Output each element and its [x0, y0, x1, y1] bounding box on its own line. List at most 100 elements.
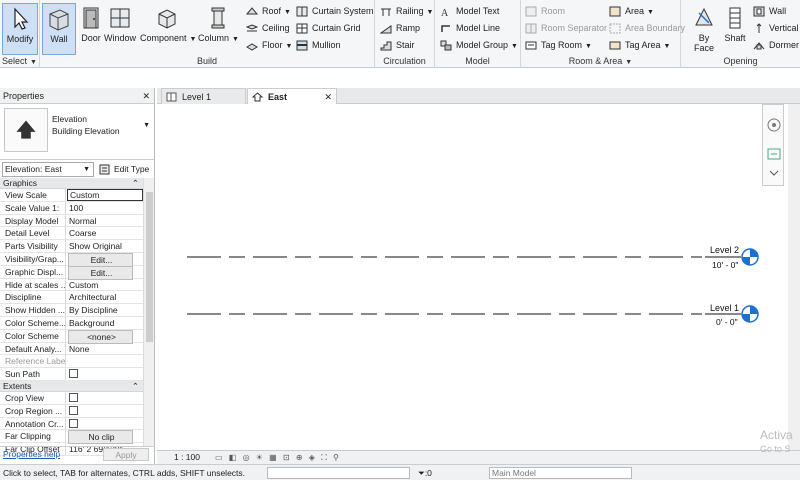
collapse-icon[interactable]: ⌃ [132, 178, 139, 189]
area-boundary-button[interactable]: Area Boundary [609, 21, 685, 36]
modify-button[interactable]: Modify [2, 3, 38, 55]
room-button[interactable]: Room [525, 4, 565, 19]
property-value[interactable]: Normal [67, 215, 143, 227]
type-selector[interactable]: Elevation Building Elevation ▼ [0, 104, 154, 160]
property-value[interactable]: None [67, 343, 143, 355]
checkbox[interactable] [69, 418, 78, 428]
model-group-icon [440, 40, 452, 51]
property-value[interactable]: Custom [67, 279, 143, 291]
mullion-button[interactable]: Mullion [296, 38, 341, 53]
property-row[interactable]: Color Scheme... Background [0, 316, 143, 330]
tab-level-1[interactable]: Level 1 [161, 88, 246, 104]
properties-scrollbar[interactable] [143, 178, 154, 446]
property-row[interactable]: Reference Label [0, 355, 143, 369]
property-row[interactable]: Annotation Cr... [0, 417, 143, 431]
property-name: Far Clipping [0, 430, 66, 443]
property-value[interactable] [67, 392, 143, 405]
close-icon[interactable]: ✕ [142, 88, 150, 104]
property-value[interactable]: 100 [67, 202, 143, 214]
property-value[interactable]: By Discipline [67, 304, 143, 316]
chevron-down-icon[interactable]: ▼ [143, 122, 150, 129]
property-row[interactable]: Hide at scales ... Custom [0, 278, 143, 292]
room-area-group-label[interactable]: Room & Area ▼ [521, 56, 680, 66]
property-value[interactable]: Custom [67, 189, 143, 201]
ramp-button[interactable]: Ramp [380, 21, 420, 36]
tag-room-button[interactable]: Tag Room ▼ [525, 38, 592, 53]
property-row[interactable]: Scale Value 1: 100 [0, 201, 143, 215]
property-value[interactable]: Background [67, 317, 143, 329]
curtain-system-button[interactable]: Curtain System [296, 4, 374, 19]
stair-button[interactable]: Stair [380, 38, 415, 53]
ceiling-button[interactable]: Ceiling [246, 21, 290, 36]
level-1-head[interactable] [741, 305, 759, 323]
drawing-canvas[interactable]: Level 2 10' - 0" Level 1 0' - 0" [157, 104, 800, 450]
property-row[interactable]: Crop Region ... [0, 404, 143, 418]
model-line-button[interactable]: Model Line [440, 21, 500, 36]
model-text-button[interactable]: A Model Text [440, 4, 499, 19]
property-value[interactable]: Coarse [67, 227, 143, 239]
checkbox[interactable] [69, 405, 78, 415]
railing-button[interactable]: Railing ▼ [380, 4, 433, 19]
build-group: Wall Door Window Component ▼ Column ▼ Roof… [40, 0, 375, 68]
shaft-button[interactable]: Shaft [721, 3, 749, 55]
property-value[interactable]: Show Original [67, 240, 143, 252]
door-button[interactable]: Door [78, 3, 104, 55]
design-option-dropdown[interactable]: Main Model [489, 467, 632, 479]
filter-count[interactable]: ⏷:0 [418, 468, 432, 479]
property-row[interactable]: Parts Visibility Show Original [0, 240, 143, 253]
checkbox[interactable] [69, 369, 78, 379]
properties-help-link[interactable]: Properties help [3, 449, 60, 459]
property-row[interactable]: Crop View [0, 391, 143, 405]
property-value[interactable] [67, 418, 143, 431]
curtain-grid-button[interactable]: Curtain Grid [296, 21, 361, 36]
collapse-icon[interactable]: ⌃ [132, 381, 139, 392]
section-graphics[interactable]: Graphics ⌃ [0, 178, 143, 189]
tag-area-button[interactable]: Tag Area ▼ [609, 38, 670, 53]
property-value[interactable] [67, 368, 143, 381]
workset-dropdown[interactable] [267, 467, 410, 479]
view-scale[interactable]: 1 : 100 [174, 452, 200, 462]
checkbox[interactable] [69, 392, 78, 402]
property-row[interactable]: View Scale Custom [0, 189, 143, 202]
dormer-button[interactable]: Dormer [753, 38, 799, 53]
tab-east[interactable]: East ✕ [247, 88, 337, 104]
property-row[interactable]: Graphic Displ... Edit... [0, 265, 143, 280]
column-button[interactable]: Column ▼ [198, 3, 239, 55]
room-separator-button[interactable]: Room Separator [525, 21, 607, 36]
wall-button[interactable]: Wall [42, 3, 76, 55]
property-row[interactable]: Default Analy... None [0, 342, 143, 356]
window-button[interactable]: Window [104, 3, 136, 55]
property-row[interactable]: Detail Level Coarse [0, 227, 143, 241]
instance-filter-dropdown[interactable]: Elevation: East ▼ [2, 162, 94, 177]
canvas-vertical-scrollbar[interactable] [788, 104, 800, 450]
chevron-down-icon[interactable] [769, 170, 779, 176]
door-icon [83, 7, 99, 29]
property-row[interactable]: Display Model Normal [0, 214, 143, 228]
vertical-opening-button[interactable]: Vertical [753, 21, 799, 36]
close-tab-icon[interactable]: ✕ [324, 89, 332, 105]
area-button[interactable]: Area ▼ [609, 4, 654, 19]
select-group-label[interactable]: Select ▼ [0, 56, 39, 66]
property-value[interactable] [67, 405, 143, 418]
property-row[interactable]: Visibility/Grap... Edit... [0, 252, 143, 267]
property-row[interactable]: Sun Path [0, 368, 143, 381]
property-row[interactable]: Color Scheme <none> [0, 329, 143, 344]
property-row[interactable]: Discipline Architectural [0, 291, 143, 305]
component-button[interactable]: Component ▼ [140, 3, 196, 55]
floor-button[interactable]: Floor ▼ [246, 38, 292, 53]
property-row[interactable]: Far Clipping No clip [0, 430, 143, 445]
property-row[interactable]: Show Hidden ... By Discipline [0, 304, 143, 317]
level-2-head[interactable] [741, 248, 759, 266]
apply-button[interactable]: Apply [103, 448, 149, 461]
wall-opening-button[interactable]: Wall [753, 4, 786, 19]
section-extents[interactable]: Extents ⌃ [0, 380, 143, 392]
property-value[interactable]: Architectural [67, 291, 143, 303]
zoom-icon[interactable] [767, 148, 781, 160]
scrollbar-thumb[interactable] [146, 192, 153, 342]
roof-button[interactable]: Roof ▼ [246, 4, 291, 19]
model-group-button[interactable]: Model Group ▼ [440, 38, 518, 53]
edit-type-button[interactable]: Edit Type [98, 162, 149, 177]
steering-wheel-icon[interactable] [767, 118, 781, 132]
by-face-button[interactable]: By Face [689, 3, 719, 55]
view-control-icons[interactable]: ▭ ◧ ◎ ☀ ▦ ⊡ ⊕ ◈ ⛶ ⚲ [215, 453, 341, 463]
